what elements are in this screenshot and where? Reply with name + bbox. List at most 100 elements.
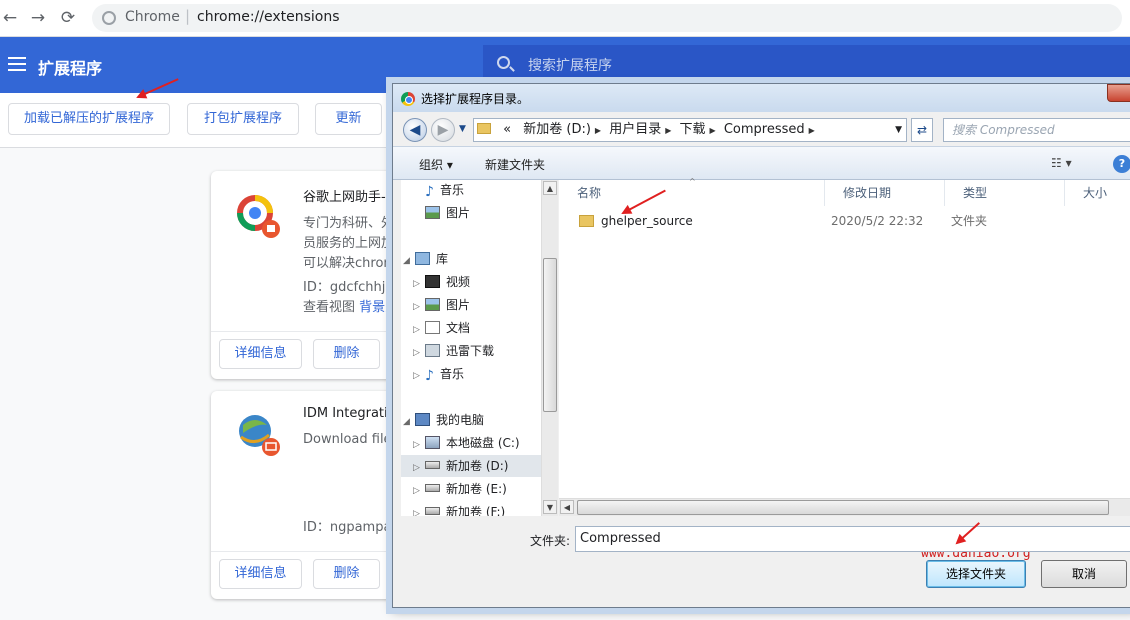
close-button[interactable] (1107, 84, 1130, 102)
forward-arrow-icon[interactable]: ▶ (431, 118, 455, 142)
nav-item-libraries[interactable]: ◢ 库 (401, 248, 541, 270)
cancel-button[interactable]: 取消 (1041, 560, 1127, 588)
forward-button[interactable]: → (28, 8, 48, 28)
address-bar[interactable]: Chrome | chrome://extensions (92, 4, 1122, 32)
column-name[interactable]: 名称 (559, 180, 825, 206)
nav-item-pictures[interactable]: 图片 (401, 202, 541, 224)
reload-button[interactable]: ⟳ (58, 8, 78, 28)
details-button[interactable]: 详细信息 (219, 339, 302, 369)
dialog-titlebar[interactable]: 选择扩展程序目录。 (393, 84, 1130, 112)
nav-label: 新加卷 (F:) (446, 505, 506, 516)
scroll-left-icon[interactable]: ◀ (560, 500, 574, 514)
horizontal-scrollbar[interactable]: ◀ (559, 498, 1130, 516)
file-type: 文件夹 (951, 214, 988, 228)
pictures-icon (425, 298, 440, 311)
pack-extension-button[interactable]: 打包扩展程序 (187, 103, 299, 135)
nav-label: 新加卷 (E:) (446, 482, 507, 496)
nav-item-drive-f[interactable]: ▷ 新加卷 (F:) (401, 501, 541, 516)
nav-item-pictures[interactable]: ▷ 图片 (401, 294, 541, 316)
nav-item-music[interactable]: ♪ 音乐 (401, 180, 541, 201)
breadcrumb[interactable]: « 新加卷 (D:) ▶ 用户目录 ▶ 下载 ▶ Compressed ▶ ▼ (473, 118, 907, 142)
breadcrumb-item[interactable]: Compressed (724, 122, 805, 137)
nav-item-thunder-downloads[interactable]: ▷ 迅雷下载 (401, 340, 541, 362)
nav-item-computer[interactable]: ◢ 我的电脑 (401, 409, 541, 431)
nav-label: 库 (436, 252, 449, 266)
breadcrumb-item[interactable]: 下载 (680, 122, 706, 137)
navigation-pane: ♪ 音乐 图片 ◢ 库 ▷ 视频 ▷ 图片 ▷ 文档 ▷ 迅雷下载 ▷ ♪ 音乐 ◢ 我的电脑 ▷… (401, 180, 541, 516)
chevron-right-icon[interactable]: ▶ (595, 126, 601, 135)
new-folder-button[interactable]: 新建文件夹 (485, 156, 545, 173)
tree-expanded-icon[interactable]: ◢ (403, 411, 415, 433)
download-folder-icon (425, 344, 440, 357)
tree-collapsed-icon[interactable]: ▷ (413, 365, 425, 387)
search-placeholder: 搜索扩展程序 (528, 58, 612, 74)
back-arrow-icon[interactable]: ◀ (403, 118, 427, 142)
tree-collapsed-icon[interactable]: ▷ (413, 434, 425, 456)
music-icon: ♪ (425, 184, 434, 200)
nav-scrollbar[interactable]: ▲ ▼ (541, 180, 558, 516)
chrome-icon (401, 92, 415, 106)
nav-label: 视频 (446, 275, 471, 289)
drive-icon (425, 507, 440, 515)
tree-expanded-icon[interactable]: ◢ (403, 250, 415, 272)
tree-collapsed-icon[interactable]: ▷ (413, 457, 425, 479)
chevron-down-icon[interactable]: ▼ (895, 119, 902, 141)
page-title: 扩展程序 (38, 59, 103, 78)
nav-item-music[interactable]: ▷ ♪ 音乐 (401, 363, 541, 385)
select-folder-button[interactable]: 选择文件夹 (926, 560, 1026, 588)
scroll-thumb[interactable] (543, 258, 557, 412)
nav-item-documents[interactable]: ▷ 文档 (401, 317, 541, 339)
scroll-thumb[interactable] (577, 500, 1109, 515)
remove-button[interactable]: 删除 (313, 559, 380, 589)
help-icon[interactable]: ? (1113, 155, 1130, 173)
folder-input[interactable]: Compressed (575, 526, 1130, 552)
chevron-right-icon[interactable]: ▶ (710, 126, 716, 135)
scroll-down-icon[interactable]: ▼ (543, 500, 557, 514)
command-bar: 组织 ▾ 新建文件夹 ☷ ▾ ? (393, 146, 1130, 180)
breadcrumb-item[interactable]: 用户目录 (609, 122, 661, 137)
remove-button[interactable]: 删除 (313, 339, 380, 369)
back-button[interactable]: ← (0, 8, 20, 28)
extension-card: 谷歌上网助手-测 专门为科研、外 员服务的上网加 可以解决chrom ID：gd… (211, 171, 411, 379)
nav-item-videos[interactable]: ▷ 视频 (401, 271, 541, 293)
scroll-up-icon[interactable]: ▲ (543, 181, 557, 195)
address-row: ◀ ▶ ▼ « 新加卷 (D:) ▶ 用户目录 ▶ 下载 ▶ Compressed ▶ … (393, 112, 1130, 146)
details-button[interactable]: 详细信息 (219, 559, 302, 589)
tree-collapsed-icon[interactable]: ▷ (413, 480, 425, 502)
extensions-search[interactable]: 搜索扩展程序 (483, 45, 1130, 83)
nav-item-drive-d[interactable]: ▷ 新加卷 (D:) (401, 455, 541, 477)
file-row[interactable]: ghelper_source 2020/5/2 22:32 文件夹 (573, 210, 1130, 232)
tree-collapsed-icon[interactable]: ▷ (413, 503, 425, 516)
breadcrumb-item[interactable]: 新加卷 (D:) (523, 122, 591, 137)
nav-item-drive-e[interactable]: ▷ 新加卷 (E:) (401, 478, 541, 500)
organize-menu[interactable]: 组织 ▾ (419, 156, 453, 173)
column-date[interactable]: 修改日期 (825, 180, 945, 206)
nav-label: 图片 (446, 206, 471, 220)
tree-collapsed-icon[interactable]: ▷ (413, 296, 425, 318)
load-unpacked-button[interactable]: 加载已解压的扩展程序 (8, 103, 170, 135)
nav-label: 迅雷下载 (446, 344, 495, 358)
tree-collapsed-icon[interactable]: ▷ (413, 273, 425, 295)
system-drive-icon (425, 436, 440, 449)
view-options-icon[interactable]: ☷ ▾ (1051, 156, 1072, 170)
breadcrumb-overflow[interactable]: « (503, 122, 511, 137)
file-date: 2020/5/2 22:32 (831, 214, 924, 228)
extension-description: 可以解决chrom (303, 256, 397, 271)
recent-dropdown-icon[interactable]: ▼ (459, 124, 466, 134)
nav-item-drive-c[interactable]: ▷ 本地磁盘 (C:) (401, 432, 541, 454)
update-button[interactable]: 更新 (315, 103, 382, 135)
refresh-icon[interactable]: ⇄ (911, 118, 933, 142)
chevron-right-icon[interactable]: ▶ (809, 126, 815, 135)
tree-collapsed-icon[interactable]: ▷ (413, 342, 425, 364)
menu-icon[interactable] (8, 57, 26, 71)
tree-collapsed-icon[interactable]: ▷ (413, 319, 425, 341)
column-size[interactable]: 大小 (1065, 180, 1130, 206)
extension-description: 员服务的上网加 (303, 236, 395, 251)
folder-search-input[interactable]: 搜索 Compressed (943, 118, 1130, 142)
chevron-right-icon[interactable]: ▶ (665, 126, 671, 135)
nav-label: 音乐 (439, 183, 464, 197)
nav-label: 新加卷 (D:) (446, 459, 509, 473)
column-type[interactable]: 类型 (945, 180, 1065, 206)
nav-label: 本地磁盘 (C:) (446, 436, 520, 450)
url-text[interactable]: chrome://extensions (197, 9, 340, 25)
